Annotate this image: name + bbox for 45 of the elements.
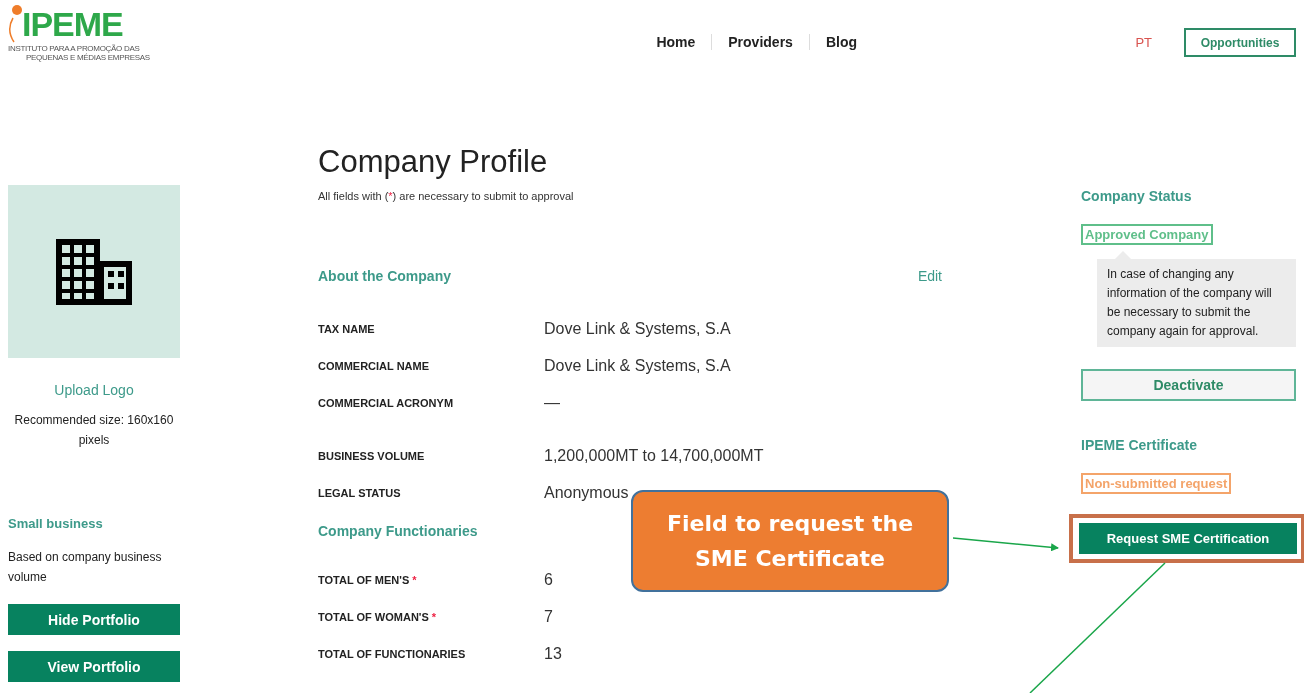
page-title: Company Profile — [318, 144, 549, 180]
nav-link[interactable]: Home — [640, 34, 712, 50]
field-value: 13 — [544, 644, 562, 663]
annotation-callout: Field to request the SME Certificate — [631, 490, 949, 592]
panel-title: IPEME Certificate — [1081, 437, 1197, 453]
status-badge: Non-submitted request — [1081, 473, 1232, 494]
nav-link[interactable]: Blog — [808, 34, 873, 50]
portfolio-button[interactable]: View Portfolio — [8, 651, 180, 682]
field-value: Anonymous — [544, 483, 629, 502]
field-value: Dove Link & Systems, S.A — [544, 319, 731, 338]
logo-text: IPEME — [22, 7, 123, 41]
language-link[interactable]: PT — [1135, 35, 1152, 50]
logo-tagline: INSTITUTO PARA A PROMOÇÃO DAS — [8, 44, 141, 53]
section-title: Company Functionaries — [318, 523, 478, 539]
field-label: LEGAL STATUS — [318, 486, 402, 499]
field-value: — — [544, 393, 560, 412]
deactivate-button[interactable]: Deactivate — [1081, 369, 1296, 401]
field-label: COMMERCIAL ACRONYM — [318, 396, 455, 409]
category-title: Small business — [8, 516, 104, 531]
field-label: COMMERCIAL NAME — [318, 359, 430, 372]
info-note: In case of changing any information of the company will be necessary to submit the company again for approval. — [1097, 259, 1296, 347]
field-label: BUSINESS VOLUME — [318, 449, 426, 462]
field-label: TAX NAME — [318, 322, 376, 335]
edit-link[interactable]: Edit — [917, 268, 942, 284]
portfolio-button[interactable]: Hide Portfolio — [8, 604, 180, 635]
field-value: 6 — [544, 570, 553, 589]
status-badge: Approved Company — [1081, 224, 1213, 245]
logo-mark-icon — [8, 4, 22, 44]
section-title: About the Company — [318, 268, 451, 284]
panel-title: Company Status — [1081, 188, 1192, 204]
category-note: Based on company business volume — [8, 549, 163, 586]
required-note: All fields with (*) are necessary to submit to approval — [318, 190, 575, 202]
size-hint: Recommended size: 160x160 pixels — [13, 412, 175, 449]
upload-logo-link[interactable]: Upload Logo — [8, 382, 180, 398]
field-value: 1,200,000MT to 14,700,000MT — [544, 446, 764, 465]
field-label: TOTAL OF MEN'S * — [318, 573, 418, 586]
building-icon — [56, 238, 132, 305]
field-label: TOTAL OF FUNCTIONARIES — [318, 647, 467, 660]
nav-link[interactable]: Providers — [711, 34, 809, 50]
opportunities-button[interactable]: Opportunities — [1184, 28, 1296, 57]
request-certification-button[interactable]: Request SME Certification — [1079, 523, 1297, 554]
logo-tagline: PEQUENAS E MÉDIAS EMPRESAS — [26, 53, 151, 62]
field-value: Dove Link & Systems, S.A — [544, 356, 731, 375]
field-label: TOTAL OF WOMAN'S * — [318, 610, 438, 623]
field-value: 7 — [544, 607, 553, 626]
